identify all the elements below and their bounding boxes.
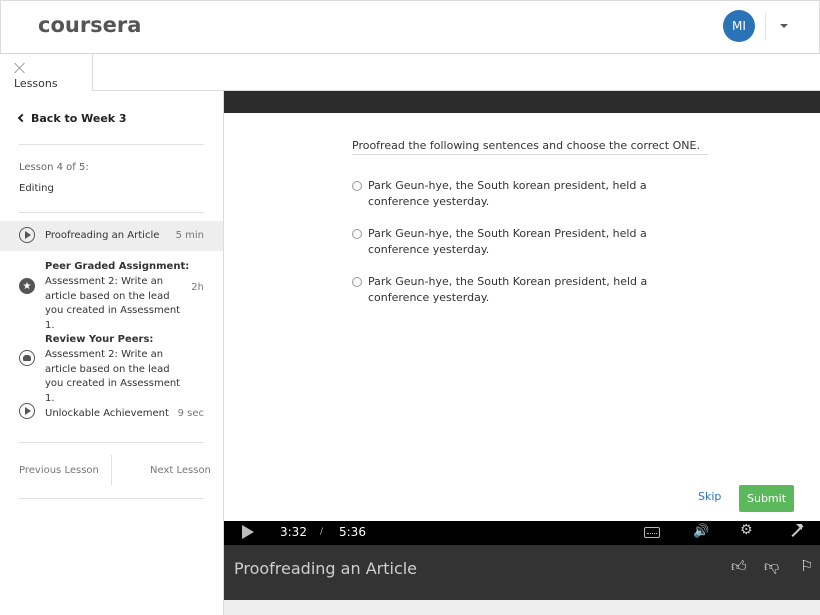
sidebar-item-peer-graded[interactable]: ★ Peer Graded Assignment: Assessment 2: … <box>0 259 223 331</box>
divider <box>19 498 204 499</box>
fullscreen-icon[interactable] <box>790 525 802 537</box>
back-to-week-link[interactable]: Back to Week 3 <box>17 112 127 125</box>
tab-row <box>0 54 820 91</box>
time-separator: / <box>320 527 324 537</box>
current-time: 3:32 <box>280 525 307 539</box>
volume-icon[interactable]: 🔊 <box>693 524 709 539</box>
lesson-name: Editing <box>19 183 54 194</box>
play-icon[interactable] <box>242 525 254 539</box>
lesson-counter: Lesson 4 of 5: <box>19 162 89 173</box>
total-time: 5:36 <box>339 525 366 539</box>
quiz-option-text: Park Geun-hye, the South Korean Presiden… <box>368 227 647 256</box>
divider <box>19 144 204 145</box>
thumbs-up-icon[interactable]: 👍︎ <box>731 557 747 576</box>
radio-button[interactable] <box>352 277 362 287</box>
sidebar-item-review-peers[interactable]: Review Your Peers: Assessment 2: Write a… <box>0 332 223 404</box>
quiz-option-text: Park Geun-hye, the South korean presiden… <box>368 179 647 208</box>
play-circle-icon <box>19 227 35 243</box>
peers-icon <box>19 350 35 366</box>
item-duration: 9 sec <box>177 408 204 419</box>
radio-button[interactable] <box>352 229 362 239</box>
item-duration: 2h <box>191 282 204 293</box>
sidebar-item-label: Unlockable Achievement <box>45 408 169 419</box>
play-circle-icon <box>19 403 35 419</box>
sidebar-item-description: Assessment 2: Write an article based on … <box>45 276 181 331</box>
close-icon[interactable] <box>14 62 26 74</box>
chevron-left-icon <box>17 113 27 123</box>
flag-icon[interactable]: ⚐ <box>800 557 813 575</box>
submit-button[interactable]: Submit <box>739 485 794 512</box>
skip-button[interactable]: Skip <box>698 490 721 503</box>
user-avatar[interactable]: MI <box>723 10 755 42</box>
coursera-logo[interactable]: coursera <box>38 13 141 37</box>
quiz-option[interactable]: Park Geun-hye, the South Korean Presiden… <box>352 226 652 260</box>
video-title: Proofreading an Article <box>234 559 418 578</box>
sidebar-item-label: Proofreading an Article <box>45 230 160 241</box>
next-lesson-link[interactable]: Next Lesson <box>150 465 211 476</box>
quiz-option[interactable]: Park Geun-hye, the South Korean presiden… <box>352 274 652 308</box>
divider <box>19 212 204 213</box>
tab-lessons-label: Lessons <box>14 77 58 90</box>
star-icon: ★ <box>19 278 35 294</box>
quiz-option[interactable]: Park Geun-hye, the South korean presiden… <box>352 178 652 212</box>
sidebar-item-label: Review Your Peers: <box>45 334 154 345</box>
radio-button[interactable] <box>352 181 362 191</box>
back-label: Back to Week 3 <box>31 112 127 125</box>
chevron-down-icon[interactable] <box>780 24 788 28</box>
sidebar-item-description: Assessment 2: Write an article based on … <box>45 349 181 404</box>
gear-icon[interactable]: ⚙ <box>740 522 753 538</box>
sidebar-item-proofreading[interactable]: Proofreading an Article 5 min <box>0 221 223 251</box>
thumbs-down-icon[interactable]: 👎︎ <box>764 557 779 576</box>
video-controls <box>224 521 820 545</box>
quiz-question: Proofread the following sentences and ch… <box>352 139 708 155</box>
captions-icon[interactable] <box>644 527 660 538</box>
bottom-strip <box>224 600 820 615</box>
video-top-bar <box>224 91 820 113</box>
sidebar-item-unlockable[interactable]: Unlockable Achievement 9 sec <box>0 401 223 425</box>
previous-lesson-link[interactable]: Previous Lesson <box>19 465 99 476</box>
nav-divider <box>111 455 112 485</box>
item-duration: 5 min <box>175 230 204 241</box>
quiz-option-text: Park Geun-hye, the South Korean presiden… <box>368 275 648 304</box>
divider <box>19 442 204 443</box>
header-divider <box>765 13 766 40</box>
top-header: coursera MI <box>0 0 820 54</box>
sidebar-item-label: Peer Graded Assignment: <box>45 261 190 272</box>
